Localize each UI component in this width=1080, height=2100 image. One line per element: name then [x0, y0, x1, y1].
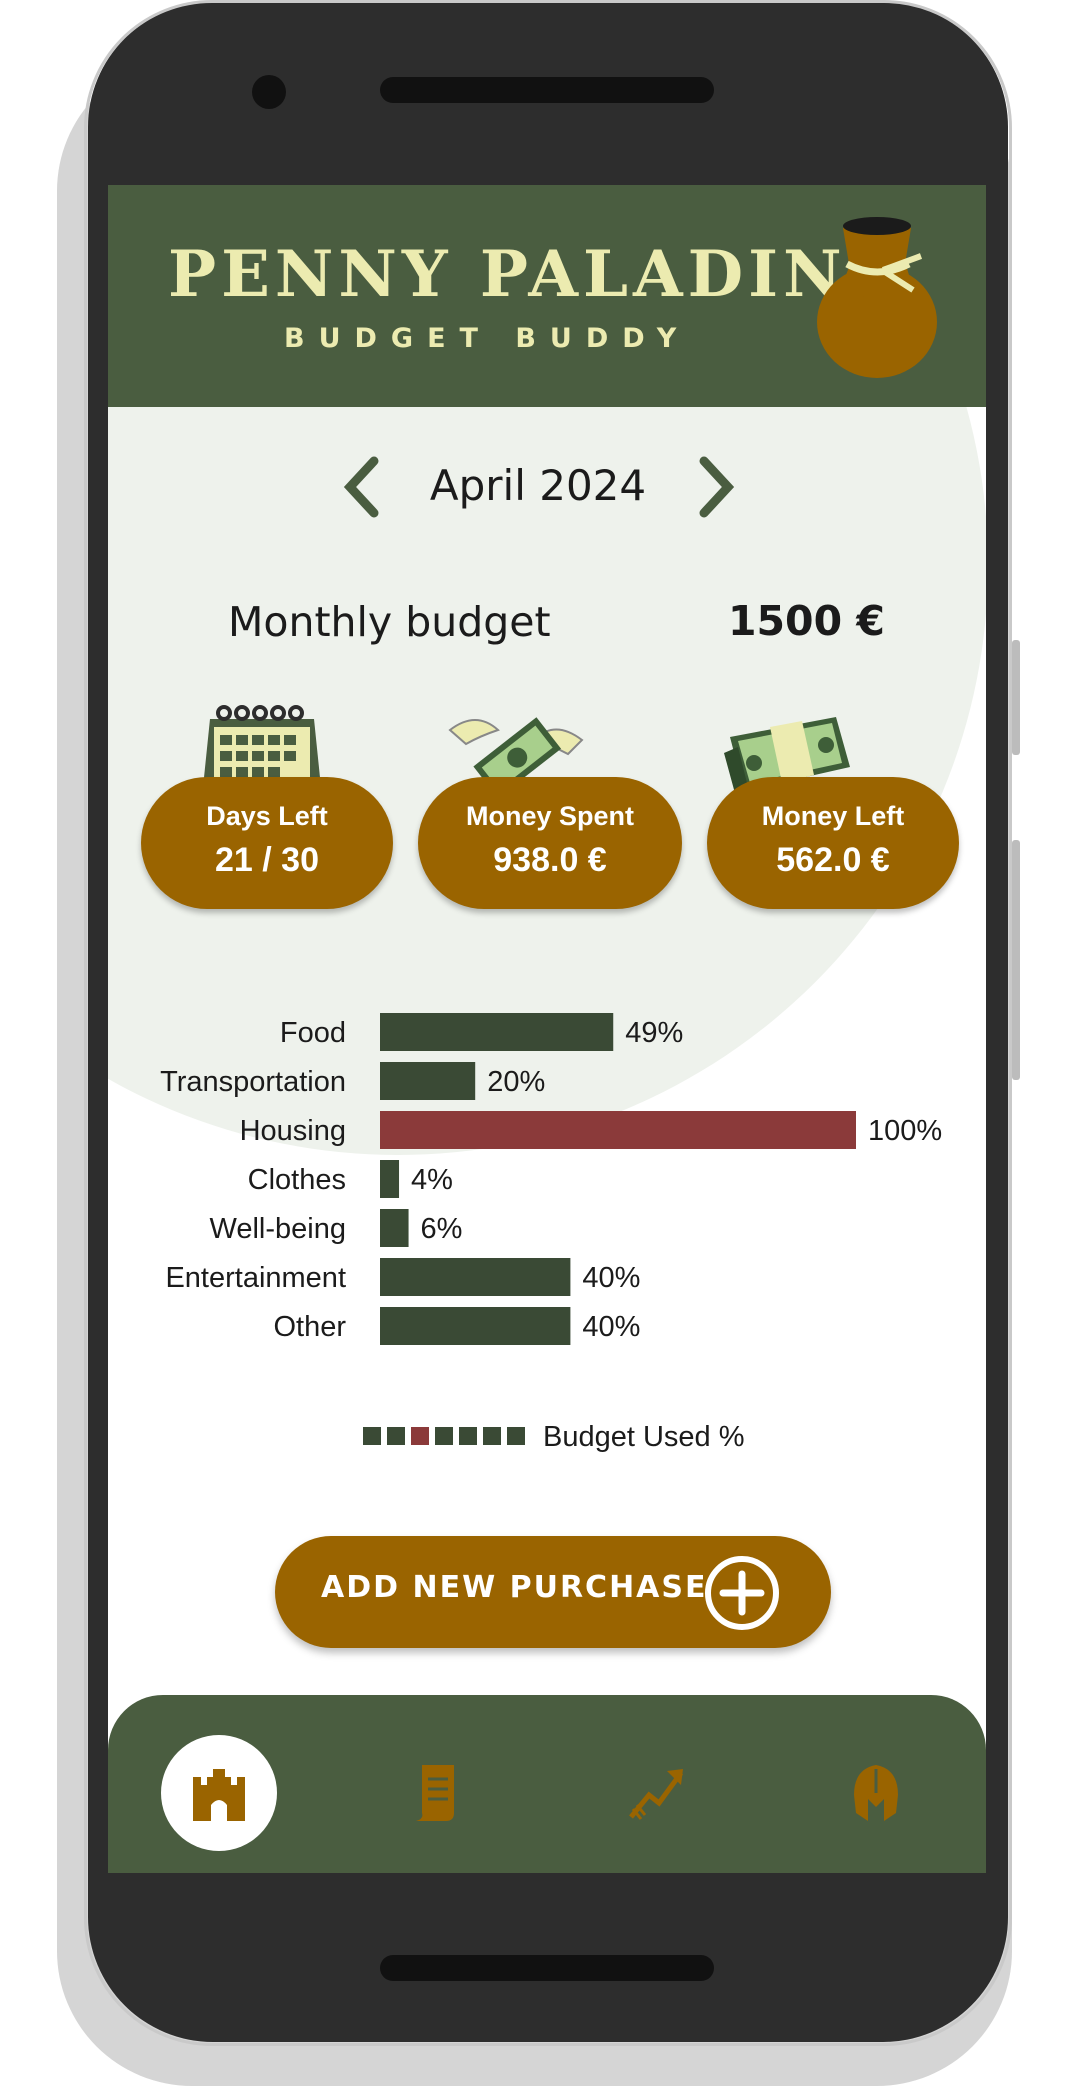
monthly-budget-value[interactable]: 1500 € — [728, 597, 885, 645]
earpiece-speaker — [380, 77, 714, 103]
nav-helmet[interactable] — [818, 1735, 934, 1851]
bar-other[interactable] — [380, 1307, 571, 1345]
home-indicator[interactable] — [380, 1955, 714, 1981]
stat-value: 938.0 € — [493, 841, 607, 879]
bar-value-label: 40% — [582, 1262, 640, 1294]
chevron-right-icon[interactable] — [690, 455, 740, 519]
stat-value: 21 / 30 — [215, 841, 319, 879]
legend-swatch — [483, 1427, 501, 1445]
bar-value-label: 100% — [868, 1115, 942, 1147]
stat-days-left: Days Left 21 / 30 — [141, 777, 393, 909]
category-label: Well-being — [210, 1213, 346, 1245]
category-label: Transportation — [160, 1066, 346, 1098]
month-navigator: April 2024 — [338, 447, 738, 527]
month-label: April 2024 — [429, 461, 647, 510]
legend-swatch — [387, 1427, 405, 1445]
money-bag-icon — [817, 217, 937, 378]
bar-value-label: 20% — [487, 1066, 545, 1098]
stat-label: Money Spent — [465, 801, 634, 831]
category-label: Housing — [240, 1115, 346, 1147]
stat-value: 562.0 € — [776, 841, 890, 879]
bar-value-label: 40% — [582, 1311, 640, 1343]
bar-entertainment[interactable] — [380, 1258, 571, 1296]
legend-swatch — [411, 1427, 429, 1445]
monthly-budget-label: Monthly budget — [228, 598, 551, 646]
add-purchase-label: ADD NEW PURCHASE — [321, 1570, 708, 1605]
legend-swatch — [435, 1427, 453, 1445]
bar-value-label: 49% — [625, 1017, 683, 1049]
legend-swatch — [363, 1427, 381, 1445]
scroll-icon — [416, 1765, 454, 1821]
stat-money-left: Money Left 562.0 € — [707, 777, 959, 909]
nav-castle[interactable] — [161, 1735, 277, 1851]
bar-transportation[interactable] — [380, 1062, 476, 1100]
category-label: Other — [273, 1311, 346, 1343]
category-label: Entertainment — [165, 1262, 346, 1294]
category-label: Food — [280, 1017, 346, 1049]
bar-value-label: 4% — [411, 1164, 453, 1196]
stat-money-spent: Money Spent 938.0 € — [418, 777, 682, 909]
legend-label: Budget Used % — [543, 1421, 745, 1453]
volume-button — [1012, 640, 1020, 755]
nav-trend[interactable] — [599, 1735, 715, 1851]
app-header: PENNY PALADIN BUDGET BUDDY — [108, 185, 986, 407]
bottom-navigation — [108, 1695, 986, 1873]
stat-label: Money Left — [761, 801, 905, 831]
bar-value-label: 6% — [421, 1213, 463, 1245]
bar-food[interactable] — [380, 1013, 614, 1051]
app-subtitle: BUDGET BUDDY — [284, 323, 691, 354]
stat-label: Days Left — [206, 801, 328, 831]
power-button — [1012, 840, 1020, 1080]
budget-bar-chart: Food 49% Transportation 20% Housing 100% Cloth… — [160, 1013, 942, 1345]
category-label: Clothes — [248, 1164, 346, 1196]
bar-clothes[interactable] — [380, 1160, 400, 1198]
castle-icon — [193, 1769, 245, 1821]
app-title: PENNY PALADIN — [168, 237, 847, 312]
nav-scroll[interactable] — [380, 1735, 496, 1851]
front-camera — [252, 75, 286, 109]
trend-arrow-icon — [629, 1769, 684, 1820]
bar-well-being[interactable] — [380, 1209, 409, 1247]
legend-swatch — [507, 1427, 525, 1445]
plus-circle-icon — [705, 1556, 779, 1630]
bar-housing[interactable] — [380, 1111, 856, 1149]
legend-swatch — [459, 1427, 477, 1445]
app-screen: PENNY PALADIN BUDGET BUDDY April 2024 Mo… — [108, 185, 986, 1873]
add-purchase-button[interactable]: ADD NEW PURCHASE — [275, 1536, 831, 1648]
helmet-icon — [854, 1765, 898, 1821]
